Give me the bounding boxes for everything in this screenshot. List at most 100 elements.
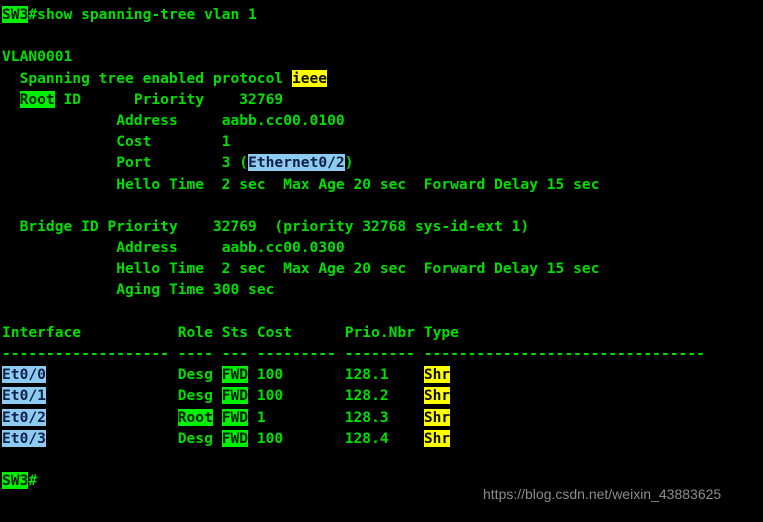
root-id-port-line: Port 3 (Ethernet0/2)	[2, 152, 761, 173]
bridge-id-aging-time-line: Aging Time 300 sec	[2, 279, 761, 300]
row-type: Shr	[423, 408, 451, 426]
row-role: Desg	[177, 366, 213, 384]
table-separator: ------------------- ---- --- --------- -…	[2, 345, 705, 362]
row-prio-nbr: 128.1	[344, 366, 389, 384]
row-cost: 100	[256, 387, 284, 405]
bottom-prompt-hostname: SW3	[2, 472, 29, 490]
table-row: Et0/1 Desg FWD 100 128.2 Shr	[2, 385, 761, 406]
header-sts: Sts	[221, 323, 249, 341]
row-cost: 100	[256, 366, 284, 384]
bridge-id-address-line: Address aabb.cc00.0300	[2, 237, 761, 258]
root-label: Root	[19, 90, 55, 108]
row-sts: FWD	[221, 408, 249, 426]
bridge-id-label: Bridge ID	[2, 217, 99, 235]
row-role: Desg	[177, 387, 213, 405]
root-id-hello-time-line: Hello Time 2 sec Max Age 20 sec Forward …	[2, 174, 761, 195]
prompt-symbol: #	[28, 6, 38, 23]
bridge-priority-label: Priority	[107, 217, 178, 235]
root-id-address-line: Address aabb.cc00.0100	[2, 110, 761, 131]
table-row: Et0/3 Desg FWD 100 128.4 Shr	[2, 428, 761, 449]
header-role: Role	[177, 323, 213, 341]
table-header-row: Interface Role Sts Cost Prio.Nbr Type	[2, 322, 761, 343]
spanning-tree-protocol-line: Spanning tree enabled protocol ieee	[2, 68, 761, 89]
row-cost: 1	[256, 408, 266, 426]
row-role: Desg	[177, 429, 213, 447]
command-text: show spanning-tree vlan 1	[37, 6, 257, 23]
row-interface: Et0/3	[2, 429, 46, 447]
terminal-window[interactable]: SW3#show spanning-tree vlan 1 VLAN0001 S…	[0, 0, 763, 522]
row-sts: FWD	[221, 387, 249, 405]
bridge-address-label: Address	[116, 239, 178, 257]
row-cost: 100	[256, 429, 284, 447]
table-row: Et0/0 Desg FWD 100 128.1 Shr	[2, 364, 761, 385]
header-type: Type	[423, 323, 459, 341]
row-type: Shr	[423, 429, 451, 447]
root-priority-label: Priority	[133, 90, 205, 108]
bottom-prompt-symbol: #	[28, 472, 38, 490]
bridge-id-hello-time-line: Hello Time 2 sec Max Age 20 sec Forward …	[2, 258, 761, 279]
root-address-value: aabb.cc00.0100	[221, 111, 345, 129]
protocol-value: ieee	[291, 69, 328, 87]
spanning-tree-protocol-prefix: Spanning tree enabled protocol	[2, 69, 292, 87]
bridge-aging-label: Aging Time	[116, 281, 205, 299]
bridge-hello-value: 2 sec Max Age 20 sec Forward Delay 15 se…	[204, 260, 600, 278]
root-priority-value: 32769	[239, 90, 284, 108]
bridge-aging-value: 300 sec	[212, 281, 275, 299]
root-hello-label: Hello Time	[116, 175, 205, 193]
root-cost-value: 1	[221, 133, 231, 151]
vlan-name-line: VLAN0001	[2, 48, 73, 66]
row-prio-nbr: 128.4	[344, 429, 389, 447]
paren-close: )	[344, 154, 354, 172]
root-address-label: Address	[116, 111, 178, 129]
header-interface: Interface	[2, 323, 82, 341]
bridge-id-priority-line: Bridge ID Priority 32769 (priority 32768…	[2, 216, 761, 237]
root-id-priority-line: Root ID Priority 32769	[2, 89, 761, 110]
root-port-interface: Ethernet0/2	[248, 154, 345, 172]
table-row: Et0/2 Root FWD 1 128.3 Shr	[2, 407, 761, 428]
row-interface: Et0/0	[2, 366, 46, 384]
terminal-screen: SW3#show spanning-tree vlan 1 VLAN0001 S…	[2, 4, 761, 491]
prompt-hostname: SW3	[2, 6, 29, 23]
watermark-text: https://blog.csdn.net/weixin_43883625	[483, 486, 722, 502]
